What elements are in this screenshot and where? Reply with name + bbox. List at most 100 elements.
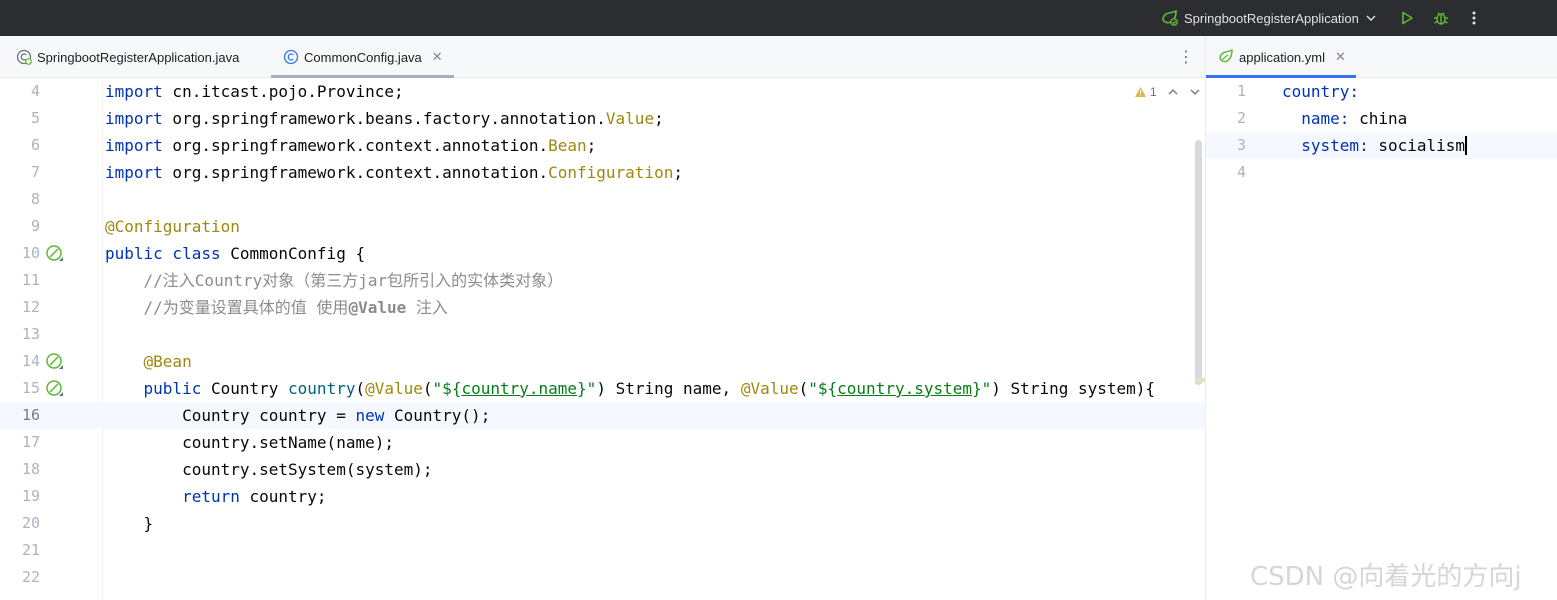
spring-bean-gutter-icon[interactable] xyxy=(45,244,65,264)
code-line: 4 xyxy=(1206,159,1557,186)
run-button[interactable] xyxy=(1396,7,1418,29)
vertical-scrollbar[interactable] xyxy=(1195,140,1202,385)
line-number: 6 xyxy=(30,136,40,154)
run-icon xyxy=(1402,11,1413,25)
debug-icon xyxy=(1434,12,1448,25)
code-text: name: china xyxy=(1301,109,1408,128)
line-number: 3 xyxy=(1236,136,1246,154)
line-number: 16 xyxy=(21,406,40,424)
close-icon[interactable]: ✕ xyxy=(432,49,443,65)
line-number: 9 xyxy=(30,217,40,235)
tab-common-config[interactable]: CommonConfig.java ✕ xyxy=(271,36,454,78)
code-line: 14 @Bean xyxy=(0,348,1205,375)
inspection-widget[interactable]: 1 xyxy=(1134,84,1201,100)
line-number: 12 xyxy=(21,298,40,316)
code-line-current: 16 Country country = new Country(); xyxy=(0,402,1205,429)
code-line: 19 return country; xyxy=(0,483,1205,510)
line-number: 19 xyxy=(21,487,40,505)
text-caret xyxy=(1465,136,1468,155)
code-comment: //为变量设置具体的值 使用@Value 注入 xyxy=(105,298,448,317)
line-number: 22 xyxy=(21,568,40,586)
code-text: import org.springframework.context.annot… xyxy=(105,163,683,182)
code-text: @Configuration xyxy=(105,217,240,236)
warning-count: 1 xyxy=(1150,85,1157,99)
close-icon[interactable]: ✕ xyxy=(1335,49,1346,65)
line-number: 2 xyxy=(1236,109,1246,127)
line-number: 4 xyxy=(30,82,40,100)
code-line: 17 country.setName(name); xyxy=(0,429,1205,456)
line-number: 1 xyxy=(1236,82,1246,100)
line-number: 4 xyxy=(1236,163,1246,181)
tab-label: application.yml xyxy=(1239,49,1325,65)
class-icon xyxy=(283,49,299,65)
tab-label: SpringbootRegisterApplication.java xyxy=(37,49,240,65)
code-line: 5 import org.springframework.beans.facto… xyxy=(0,105,1205,132)
code-text: @Bean xyxy=(143,352,192,371)
code-text: public Country country(@Value("${country… xyxy=(143,379,1156,398)
run-configuration-selector[interactable]: SpringbootRegisterApplication xyxy=(1160,7,1377,29)
code-line-current: 3 system: socialism xyxy=(1206,132,1557,159)
code-line: 10 public class CommonConfig { xyxy=(0,240,1205,267)
code-line: 2 name: china xyxy=(1206,105,1557,132)
code-text: country.setSystem(system); xyxy=(105,460,433,479)
code-text: } xyxy=(105,514,154,533)
code-text: import org.springframework.context.annot… xyxy=(105,136,597,155)
line-number: 15 xyxy=(21,379,40,397)
title-bar: SpringbootRegisterApplication xyxy=(0,0,1557,36)
yaml-key: country: xyxy=(1282,82,1360,101)
code-line: 6 import org.springframework.context.ann… xyxy=(0,132,1205,159)
tab-label: CommonConfig.java xyxy=(304,49,422,65)
line-number: 18 xyxy=(21,460,40,478)
line-number: 20 xyxy=(21,514,40,532)
code-text: import org.springframework.beans.factory… xyxy=(105,109,664,128)
line-number: 14 xyxy=(21,352,40,370)
chevron-up-icon[interactable] xyxy=(1167,86,1179,98)
debug-button[interactable] xyxy=(1430,7,1452,29)
code-line: 22 xyxy=(0,564,1205,591)
more-vert-icon xyxy=(1472,11,1476,25)
more-actions-button[interactable] xyxy=(1463,7,1485,29)
code-line: 20 } xyxy=(0,510,1205,537)
code-line: 8 xyxy=(0,186,1205,213)
line-number: 13 xyxy=(21,325,40,343)
code-line: 11 //注入Country对象（第三方jar包所引入的实体类对象） xyxy=(0,267,1205,294)
chevron-down-icon xyxy=(1366,15,1376,21)
line-number: 21 xyxy=(21,541,40,559)
editor-tab-bar-right: application.yml ✕ xyxy=(1206,36,1557,78)
code-text: country.setName(name); xyxy=(105,433,394,452)
chevron-down-icon[interactable] xyxy=(1189,86,1201,98)
spring-class-icon xyxy=(16,49,32,65)
java-editor[interactable]: 4 import cn.itcast.pojo.Province; 5 impo… xyxy=(0,78,1205,600)
yaml-editor[interactable]: 1 country: 2 name: china 3 system: socia… xyxy=(1206,78,1557,600)
line-number: 7 xyxy=(30,163,40,181)
warning-icon xyxy=(1135,87,1146,97)
tab-application-yml[interactable]: application.yml ✕ xyxy=(1206,36,1356,78)
more-vert-icon[interactable]: ⋮ xyxy=(1178,46,1194,68)
spring-bean-gutter-icon[interactable] xyxy=(45,379,65,399)
line-number: 11 xyxy=(21,271,40,289)
code-comment: //注入Country对象（第三方jar包所引入的实体类对象） xyxy=(105,271,564,290)
tab-springboot-register-application[interactable]: SpringbootRegisterApplication.java xyxy=(16,36,239,78)
code-line: 13 xyxy=(0,321,1205,348)
editor-tab-bar-left: SpringbootRegisterApplication.java Commo… xyxy=(0,36,1205,78)
code-text: public class CommonConfig { xyxy=(105,244,366,263)
scrollbar-warning-marker[interactable] xyxy=(1196,378,1205,382)
code-line: 7 import org.springframework.context.ann… xyxy=(0,159,1205,186)
code-line: 4 import cn.itcast.pojo.Province; xyxy=(0,78,1205,105)
line-number: 5 xyxy=(30,109,40,127)
run-config-label: SpringbootRegisterApplication xyxy=(1184,10,1359,26)
code-text: system: socialism xyxy=(1301,136,1468,155)
line-number: 10 xyxy=(21,244,40,262)
code-text: import cn.itcast.pojo.Province; xyxy=(105,82,404,101)
watermark: CSDN @向着光的方向j xyxy=(1250,562,1522,592)
code-line: 9 @Configuration xyxy=(0,213,1205,240)
spring-boot-icon xyxy=(1162,10,1178,26)
spring-bean-gutter-icon[interactable] xyxy=(45,352,65,372)
line-number: 8 xyxy=(30,190,40,208)
code-line: 18 country.setSystem(system); xyxy=(0,456,1205,483)
yaml-spring-icon xyxy=(1219,49,1233,63)
code-text: Country country = new Country(); xyxy=(105,406,491,425)
code-text: return country; xyxy=(182,487,327,506)
code-line: 21 xyxy=(0,537,1205,564)
code-line: 12 //为变量设置具体的值 使用@Value 注入 xyxy=(0,294,1205,321)
